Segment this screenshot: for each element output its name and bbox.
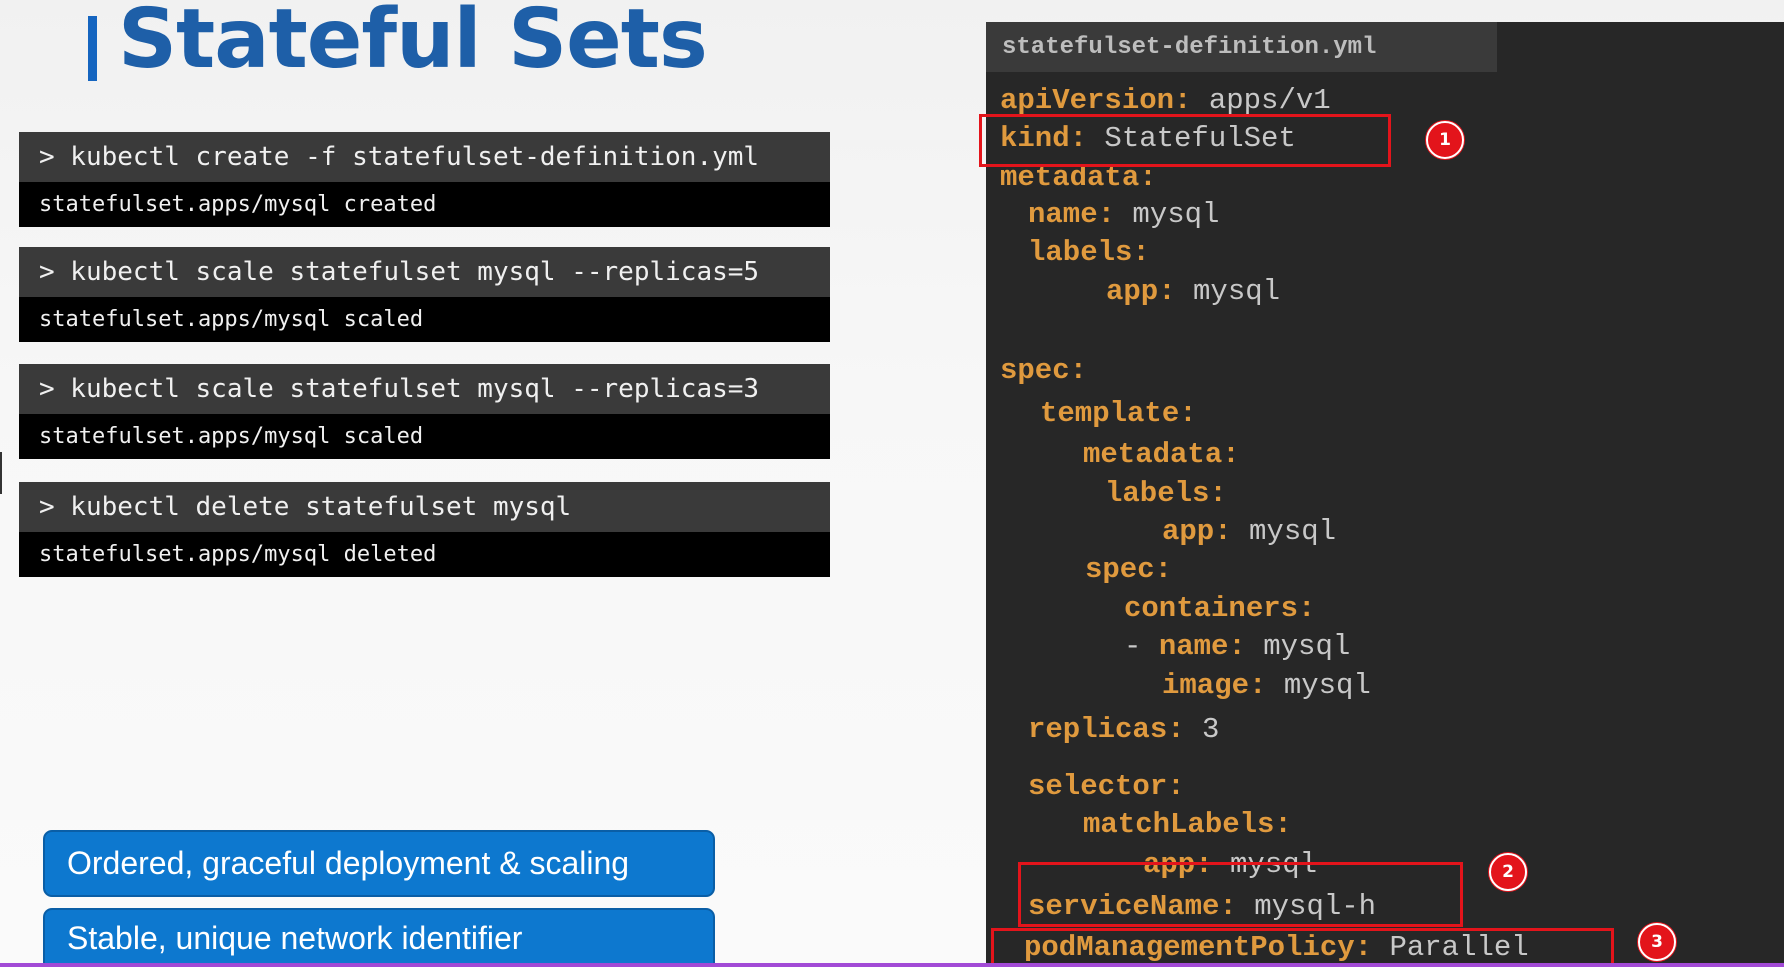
left-edge-marker [0,452,2,494]
command-input: > kubectl delete statefulset mysql [19,482,830,532]
command-input: > kubectl scale statefulset mysql --repl… [19,364,830,414]
code-line: containers: [1124,592,1316,625]
code-line: spec: [1085,553,1173,586]
code-line: apiVersion: apps/v1 [1000,84,1331,117]
command-block-create: > kubectl create -f statefulset-definiti… [19,132,830,227]
file-tab[interactable]: statefulset-definition.yml [986,22,1497,72]
command-output: statefulset.apps/mysql created [19,182,830,227]
code-line: app: mysql [1162,515,1337,548]
feature-ordered-deployment: Ordered, graceful deployment & scaling [43,830,715,897]
badge-3: 3 [1638,923,1676,961]
command-output: statefulset.apps/mysql scaled [19,414,830,459]
code-line: spec: [1000,354,1088,387]
file-name: statefulset-definition.yml [1002,33,1377,61]
code-line: metadata: [1083,438,1240,471]
feature-network-identifier: Stable, unique network identifier [43,908,715,967]
highlight-box-pod-management-policy [991,928,1614,967]
badge-2: 2 [1489,853,1527,891]
title-accent-bar [88,16,97,81]
code-line: selector: [1028,770,1185,803]
code-line: template: [1040,397,1197,430]
code-line: app: mysql [1106,275,1281,308]
code-line: replicas: 3 [1028,713,1220,746]
command-output: statefulset.apps/mysql scaled [19,297,830,342]
badge-1: 1 [1426,121,1464,159]
code-line: labels: [1028,236,1150,269]
bottom-accent-line [0,963,1784,967]
code-line: matchLabels: [1083,808,1292,841]
code-line: name: mysql [1028,198,1220,231]
feature-label: Ordered, graceful deployment & scaling [67,845,630,881]
command-input: > kubectl create -f statefulset-definiti… [19,132,830,182]
command-input: > kubectl scale statefulset mysql --repl… [19,247,830,297]
code-line: labels: [1105,477,1227,510]
feature-label: Stable, unique network identifier [67,920,523,956]
command-output: statefulset.apps/mysql deleted [19,532,830,577]
command-block-scale-down: > kubectl scale statefulset mysql --repl… [19,364,830,459]
highlight-box-kind [979,114,1391,167]
command-block-scale-up: > kubectl scale statefulset mysql --repl… [19,247,830,342]
command-block-delete: > kubectl delete statefulset mysql state… [19,482,830,577]
slide-title: Stateful Sets [118,0,708,87]
code-line: image: mysql [1162,669,1371,702]
code-line: - name: mysql [1124,630,1351,663]
highlight-box-service-name [1018,862,1463,927]
